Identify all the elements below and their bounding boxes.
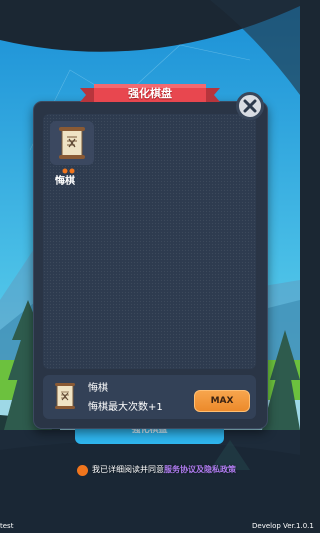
item-name: 悔棋 (55, 176, 75, 187)
env-label: test (0, 522, 14, 530)
agreement-link[interactable]: 服务协议及隐私政策 (164, 464, 236, 475)
version-label: Develop Ver.1.0.1 (252, 522, 314, 530)
selected-item-title: 悔棋 (88, 383, 108, 394)
item-level-dots (62, 168, 75, 174)
scroll-icon (59, 127, 85, 159)
selected-item-description: 悔棋最大次数+1 (88, 402, 163, 413)
agreement-checkbox[interactable] (77, 465, 88, 476)
scroll-icon (55, 383, 75, 409)
item-slot-undo[interactable] (50, 121, 94, 165)
agreement-text: 我已详细阅读并同意 (92, 465, 164, 474)
close-icon (243, 99, 257, 113)
max-button[interactable]: MAX (194, 390, 250, 412)
close-button[interactable] (236, 92, 264, 120)
dialog-title: 强化棋盘 (128, 87, 172, 100)
